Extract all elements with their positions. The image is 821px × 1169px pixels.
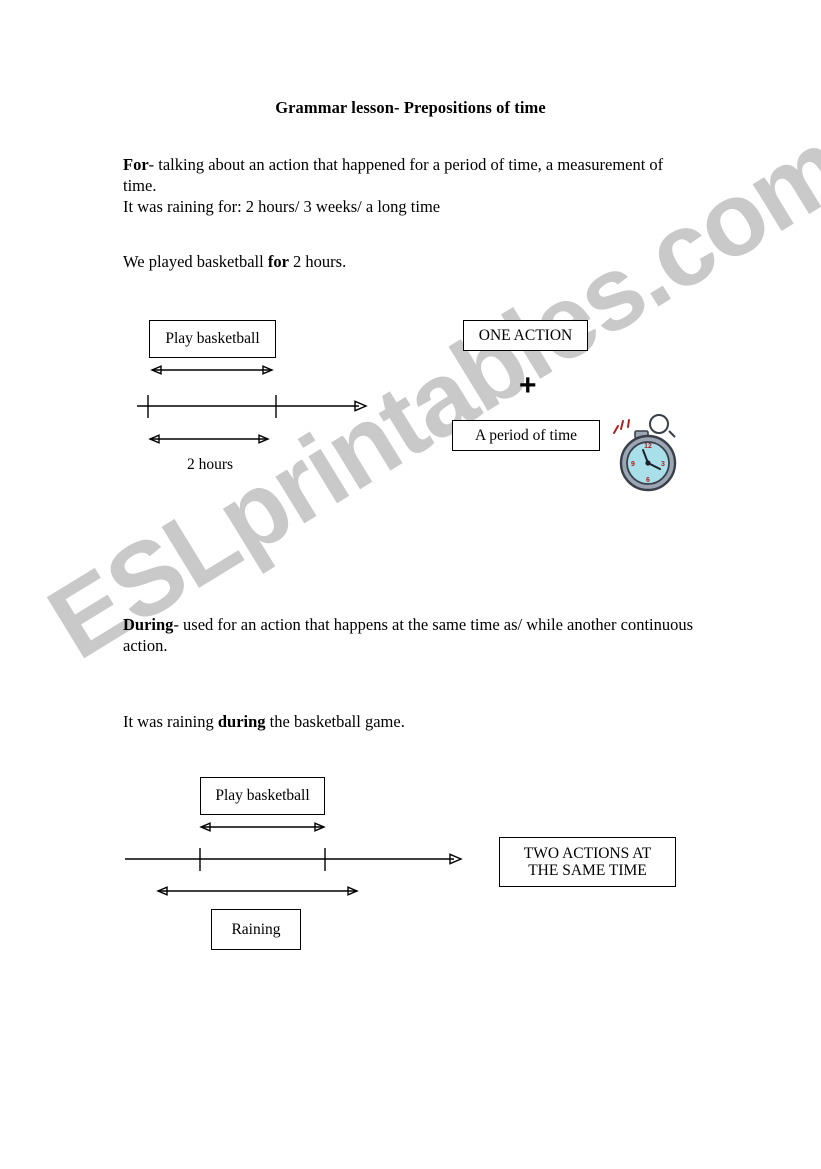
example-sentence-for: We played basketball for 2 hours. xyxy=(123,252,643,273)
sentence-for-after: 2 hours. xyxy=(288,252,347,271)
svg-text:6: 6 xyxy=(646,477,650,484)
sentence-for-before: We played basketball xyxy=(123,252,268,271)
two-actions-line-2: THE SAME TIME xyxy=(528,862,647,879)
rule-text-for: - talking about an action that happened … xyxy=(123,155,664,195)
sentence-during-after: the basketball game. xyxy=(265,712,405,731)
sentence-for-bold: for xyxy=(267,252,289,271)
worksheet-page: ESLprintables.com Grammar lesson- Prepos… xyxy=(0,0,821,1169)
stopwatch-icon: 12 3 6 9 xyxy=(613,414,677,492)
box-one-action: ONE ACTION xyxy=(463,320,588,351)
arrow-raining-duration-2 xyxy=(156,886,359,896)
rule-examples-for: It was raining for: 2 hours/ 3 weeks/ a … xyxy=(123,196,441,216)
svg-text:12: 12 xyxy=(644,443,652,450)
rule-text-during: - used for an action that happens at the… xyxy=(123,615,694,655)
rule-keyword-during: During xyxy=(123,615,174,634)
label-duration-2-hours: 2 hours xyxy=(186,456,234,473)
timeline-diagram-during xyxy=(125,822,463,896)
timeline-axis-2 xyxy=(125,853,463,865)
arrow-action-duration-1 xyxy=(150,365,274,375)
box-raining: Raining xyxy=(211,909,301,950)
arrow-measured-duration-1 xyxy=(148,434,270,444)
timeline-axis-1 xyxy=(137,400,368,412)
example-sentence-during: It was raining during the basketball gam… xyxy=(123,712,643,733)
sentence-during-before: It was raining xyxy=(123,712,218,731)
svg-text:9: 9 xyxy=(631,461,635,468)
arrow-basketball-duration-2 xyxy=(199,822,326,832)
box-play-basketball-1: Play basketball xyxy=(149,320,276,358)
rule-paragraph-for: For- talking about an action that happen… xyxy=(123,155,693,218)
page-title: Grammar lesson- Prepositions of time xyxy=(275,98,546,117)
two-actions-line-1: TWO ACTIONS AT xyxy=(523,844,652,862)
svg-text:3: 3 xyxy=(661,461,665,468)
rule-paragraph-during: During- used for an action that happens … xyxy=(123,615,711,657)
box-two-actions-at-the-same-time: TWO ACTIONS AT THE SAME TIME xyxy=(499,837,676,887)
box-a-period-of-time: A period of time xyxy=(452,420,600,451)
sentence-during-bold: during xyxy=(217,712,266,731)
box-play-basketball-2: Play basketball xyxy=(200,777,325,815)
rule-keyword-for: For xyxy=(123,155,149,174)
plus-sign: + xyxy=(519,369,537,402)
